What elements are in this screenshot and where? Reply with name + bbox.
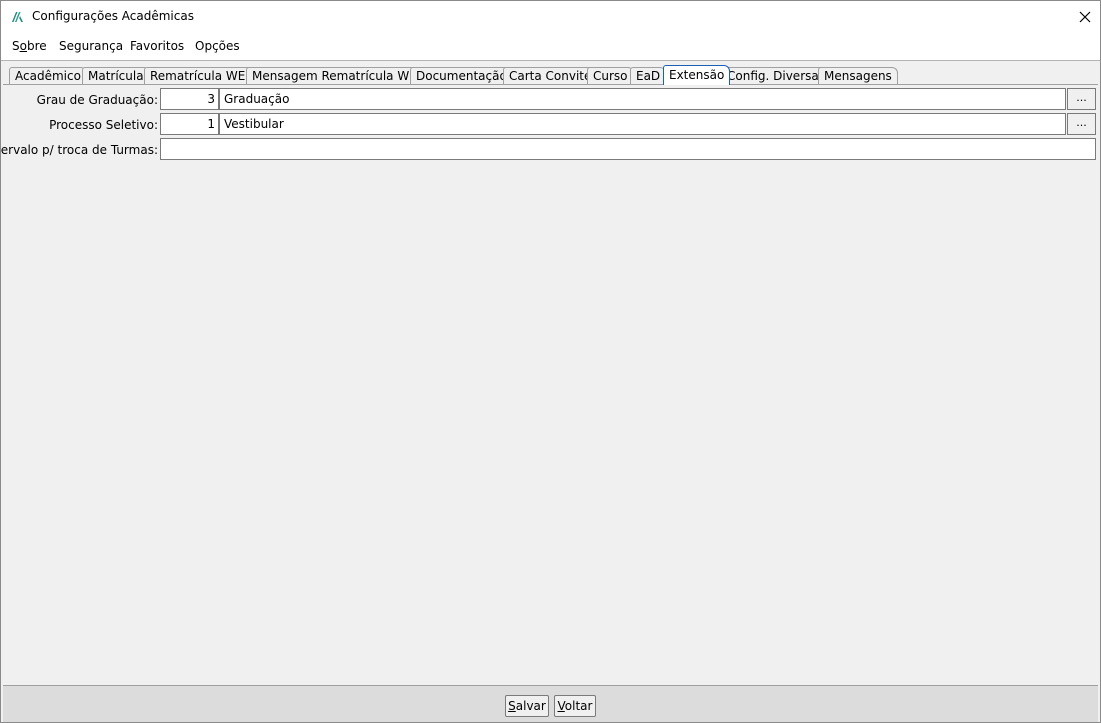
- window-title: Configurações Acadêmicas: [32, 9, 194, 23]
- tab-ead[interactable]: EaD: [630, 67, 667, 84]
- tab-academico[interactable]: Acadêmico: [9, 67, 87, 84]
- tab-extensao[interactable]: Extensão: [663, 65, 731, 85]
- menu-opcoes[interactable]: Opções: [195, 39, 240, 53]
- menu-seguranca[interactable]: Segurança: [59, 39, 123, 53]
- tab-mensagens[interactable]: Mensagens: [818, 67, 898, 84]
- main-window: Configurações Acadêmicas Sobre Segurança…: [0, 0, 1101, 723]
- grau-label: Grau de Graduação:: [36, 93, 158, 107]
- tab-divider: [3, 84, 1098, 85]
- save-button[interactable]: Salvar: [505, 695, 549, 717]
- back-button[interactable]: Voltar: [554, 695, 596, 717]
- tab-documentacao[interactable]: Documentação: [410, 67, 513, 84]
- app-logo-icon: [10, 9, 26, 25]
- back-button-mnemonic: V: [557, 699, 565, 713]
- tab-matricula[interactable]: Matrícula: [82, 67, 150, 84]
- processo-label: Processo Seletivo:: [49, 118, 158, 132]
- title-bar: Configurações Acadêmicas: [1, 1, 1100, 32]
- close-icon: [1079, 11, 1091, 22]
- processo-code-field[interactable]: 1: [160, 113, 219, 135]
- menu-bar: Sobre Segurança Favoritos Opções: [1, 32, 1100, 61]
- tab-config-diversas[interactable]: Config. Diversas: [721, 67, 831, 84]
- grau-description-field[interactable]: Graduação: [219, 88, 1066, 110]
- menu-sobre[interactable]: Sobre: [12, 39, 47, 53]
- bottom-bar: Salvar Voltar: [3, 685, 1098, 722]
- intervalo-field[interactable]: [160, 138, 1096, 160]
- tab-strip: Acadêmico Matrícula Rematrícula WEB Mens…: [1, 61, 1100, 85]
- close-button[interactable]: [1070, 1, 1100, 32]
- tab-curso[interactable]: Curso: [587, 67, 634, 84]
- tab-mensagem-rematricula-web[interactable]: Mensagem Rematrícula WEB: [246, 67, 432, 84]
- processo-lookup-button[interactable]: ...: [1067, 113, 1096, 135]
- grau-lookup-button[interactable]: ...: [1067, 88, 1096, 110]
- grau-code-field[interactable]: 3: [160, 88, 219, 110]
- tab-rematricula-web[interactable]: Rematrícula WEB: [144, 67, 260, 84]
- back-button-label: oltar: [564, 699, 593, 713]
- processo-description-field[interactable]: Vestibular: [219, 113, 1066, 135]
- menu-favoritos[interactable]: Favoritos: [130, 39, 184, 53]
- intervalo-label: Intervalo p/ troca de Turmas:: [0, 143, 158, 157]
- save-button-label: alvar: [515, 699, 546, 713]
- save-button-mnemonic: S: [508, 699, 516, 713]
- tab-carta-convite[interactable]: Carta Convite: [503, 67, 598, 84]
